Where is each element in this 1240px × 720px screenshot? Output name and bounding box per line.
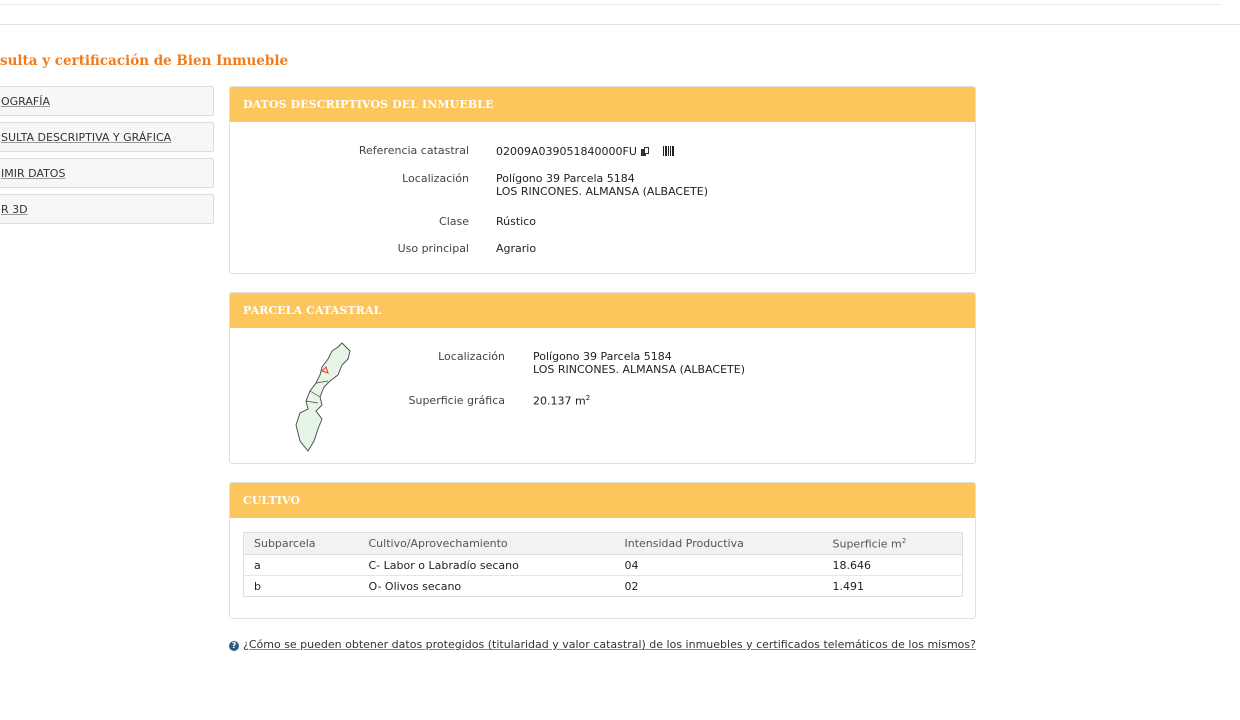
descriptive-panel: DATOS DESCRIPTIVOS DEL INMUEBLE Referenc…	[229, 86, 976, 274]
loc-value: Polígono 39 Parcela 5184 LOS RINCONES. A…	[496, 172, 708, 198]
parcel-loc-line1: Polígono 39 Parcela 5184	[533, 350, 672, 363]
sidebar-item-cartografia[interactable]: OGRAFÍA	[0, 86, 214, 116]
parcel-loc-label: Localización	[438, 350, 505, 363]
loc-label: Localización	[402, 172, 469, 185]
copy-icon[interactable]	[640, 147, 649, 156]
table-cell: a	[243, 554, 359, 576]
crop-table: Subparcela Cultivo/Aprovechamiento Inten…	[243, 532, 963, 597]
top-bar	[0, 0, 1240, 25]
parcel-panel: PARCELA CATASTRAL Localización Polígono …	[229, 292, 976, 464]
table-cell: 02	[624, 579, 639, 593]
class-label: Clase	[439, 215, 469, 228]
parcel-loc-value: Polígono 39 Parcela 5184 LOS RINCONES. A…	[533, 350, 745, 376]
col-subparcela: Subparcela	[243, 532, 359, 555]
ref-value: 02009A039051840000FU	[496, 145, 637, 158]
parcel-map-image[interactable]	[292, 341, 360, 453]
sidebar-item-label[interactable]: R 3D	[1, 203, 28, 216]
top-bar-inner	[0, 0, 1222, 5]
page-title: sulta y certificación de Bien Inmueble	[0, 53, 289, 69]
class-value: Rústico	[496, 215, 536, 228]
col-cultivo: Cultivo/Aprovechamiento	[358, 532, 615, 555]
table-cell: C- Labor o Labradío secano	[358, 554, 615, 576]
crop-panel: CULTIVO Subparcela Cultivo/Aprovechamien…	[229, 482, 976, 619]
table-row: a C- Labor o Labradío secano 04 18.646	[243, 554, 963, 576]
descriptive-panel-header: DATOS DESCRIPTIVOS DEL INMUEBLE	[230, 87, 975, 122]
table-cell: 04	[614, 554, 823, 576]
col-superficie-label: Superficie m	[832, 537, 902, 551]
crop-table-header-row: Subparcela Cultivo/Aprovechamiento Inten…	[243, 532, 963, 555]
surface-value-row: 20.137 m2	[533, 392, 590, 408]
col-superficie-sup: 2	[901, 536, 907, 545]
table-row: b O- Olivos secano 02 1.491	[244, 576, 963, 597]
table-cell: 18.646	[822, 554, 963, 576]
protected-data-help: ? ¿Cómo se pueden obtener datos protegido…	[229, 638, 976, 651]
sidebar-item-imprimir[interactable]: IMIR DATOS	[0, 158, 214, 188]
sidebar-item-consulta[interactable]: SULTA DESCRIPTIVA Y GRÁFICA	[0, 122, 214, 152]
table-cell: 1.491	[832, 579, 865, 593]
use-label: Uso principal	[397, 242, 469, 255]
loc-line2: LOS RINCONES. ALMANSA (ALBACETE)	[496, 185, 709, 198]
col-superficie: Superficie m2	[822, 532, 963, 555]
sidebar: OGRAFÍA SULTA DESCRIPTIVA Y GRÁFICA IMIR…	[0, 86, 214, 230]
surface-unit-sup: 2	[585, 394, 591, 402]
sidebar-item-label[interactable]: SULTA DESCRIPTIVA Y GRÁFICA	[1, 131, 171, 144]
loc-line1: Polígono 39 Parcela 5184	[496, 172, 635, 185]
surface-value: 20.137 m	[533, 394, 586, 408]
sidebar-item-label[interactable]: IMIR DATOS	[1, 167, 65, 180]
ref-value-row: 02009A039051840000FU	[496, 145, 675, 158]
use-value: Agrario	[496, 242, 537, 255]
col-intensidad: Intensidad Productiva	[614, 532, 823, 555]
parcel-loc-line2: LOS RINCONES. ALMANSA (ALBACETE)	[533, 363, 746, 376]
barcode-icon[interactable]	[662, 146, 675, 156]
surface-label: Superficie gráfica	[408, 394, 506, 407]
table-cell: O- Olivos secano	[368, 579, 462, 593]
parcel-panel-header: PARCELA CATASTRAL	[230, 293, 975, 328]
table-cell: b	[254, 579, 261, 593]
sidebar-item-label[interactable]: OGRAFÍA	[1, 95, 50, 108]
crop-panel-header: CULTIVO	[230, 483, 975, 518]
protected-data-link[interactable]: ¿Cómo se pueden obtener datos protegidos…	[243, 638, 976, 651]
ref-label: Referencia catastral	[358, 144, 469, 157]
help-icon: ?	[229, 641, 239, 651]
sidebar-item-visor-3d[interactable]: R 3D	[0, 194, 214, 224]
